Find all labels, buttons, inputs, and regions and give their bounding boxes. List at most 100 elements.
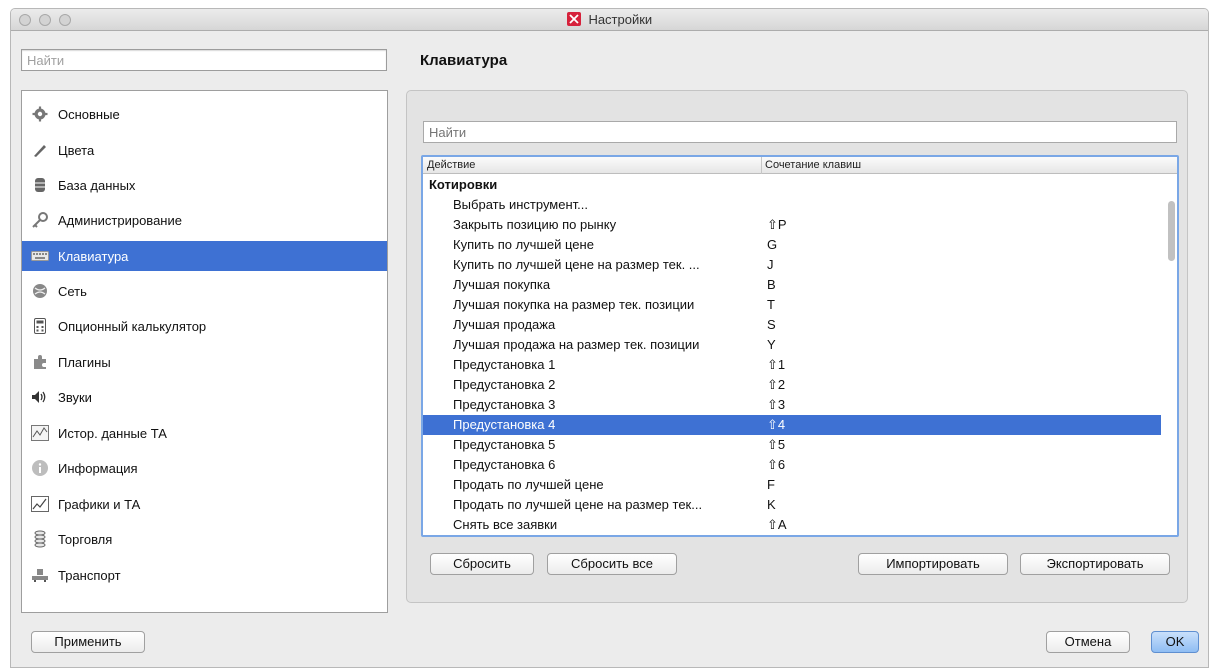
sidebar-item-history-data[interactable]: Истор. данные ТА — [22, 418, 387, 448]
column-header-shortcut[interactable]: Сочетание клавиш — [765, 159, 861, 171]
action-cell: Снять все заявки — [453, 517, 558, 532]
table-group-row[interactable]: Котировки — [423, 175, 1161, 195]
table-row[interactable]: Лучшая покупка на размер тек. позиции T — [423, 295, 1161, 315]
table-row[interactable]: Купить по лучшей цене G — [423, 235, 1161, 255]
sidebar-item-label: Истор. данные ТА — [58, 425, 167, 441]
shortcut-cell: F — [767, 477, 775, 492]
table-row[interactable]: Продать по лучшей цене на размер тек... … — [423, 495, 1161, 515]
sidebar-item-transport[interactable]: Транспорт — [22, 560, 387, 590]
action-cell: Лучшая покупка — [453, 277, 551, 292]
table-row[interactable]: Предустановка 2 ⇧2 — [423, 375, 1161, 395]
shortcut-cell: J — [767, 257, 774, 272]
info-icon — [30, 458, 50, 478]
shortcut-search-input[interactable] — [423, 121, 1177, 143]
app-logo-icon — [566, 12, 581, 26]
shortcut-cell: T — [767, 297, 775, 312]
sidebar-item-keyboard[interactable]: Клавиатура — [22, 241, 387, 271]
action-cell: Закрыть позицию по рынку — [453, 217, 617, 232]
sidebar-item-sounds[interactable]: Звуки — [22, 382, 387, 412]
window-title-area: Настройки — [11, 12, 1208, 27]
column-divider — [761, 157, 762, 174]
sidebar-item-trading[interactable]: Торговля — [22, 524, 387, 554]
action-cell: Выбрать инструмент... — [453, 197, 589, 212]
table-row[interactable]: Снять все заявки ⇧A — [423, 515, 1161, 535]
settings-search-input[interactable] — [21, 49, 387, 71]
shortcut-cell: S — [767, 317, 776, 332]
action-cell: Лучшая продажа на размер тек. позиции — [453, 337, 700, 352]
speaker-icon — [30, 387, 50, 407]
gear-icon — [30, 104, 50, 124]
shortcut-cell: G — [767, 237, 778, 252]
shortcut-cell: ⇧1 — [767, 357, 786, 372]
key-icon — [30, 210, 50, 230]
action-cell: Котировки — [429, 177, 498, 192]
cancel-button[interactable]: Отмена — [1046, 631, 1130, 653]
shortcut-cell: K — [767, 497, 776, 512]
table-row[interactable]: Предустановка 6 ⇧6 — [423, 455, 1161, 475]
action-cell: Предустановка 4 — [453, 417, 556, 432]
sidebar-item-label: Основные — [58, 106, 120, 122]
title-bar: Настройки — [11, 9, 1208, 31]
sidebar-item-label: Цвета — [58, 142, 95, 158]
ok-button[interactable]: OK — [1151, 631, 1199, 653]
action-cell: Предустановка 1 — [453, 357, 556, 372]
sidebar-item-information[interactable]: Информация — [22, 453, 387, 483]
network-icon — [30, 281, 50, 301]
brush-icon — [30, 140, 50, 160]
database-icon — [30, 175, 50, 195]
table-row-selected[interactable]: Предустановка 4 ⇧4 — [423, 415, 1161, 435]
table-scrollbar[interactable] — [1168, 201, 1175, 261]
sidebar-item-administration[interactable]: Администрирование — [22, 205, 387, 235]
table-row[interactable]: Предустановка 5 ⇧5 — [423, 435, 1161, 455]
table-row[interactable]: Предустановка 1 ⇧1 — [423, 355, 1161, 375]
history-chart-icon — [30, 423, 50, 443]
table-row[interactable]: Продать по лучшей цене F — [423, 475, 1161, 495]
action-cell: Продать по лучшей цене на размер тек... — [453, 497, 703, 512]
shortcut-cell: B — [767, 277, 776, 292]
sidebar-item-database[interactable]: База данных — [22, 170, 387, 200]
settings-sidebar: Основные Цвета База данных Администриров… — [21, 90, 388, 613]
shortcut-cell: ⇧6 — [767, 457, 786, 472]
keyboard-icon — [30, 246, 50, 266]
puzzle-icon — [30, 352, 50, 372]
action-cell: Лучшая продажа — [453, 317, 556, 332]
reset-all-button[interactable]: Сбросить все — [547, 553, 677, 575]
sidebar-item-option-calculator[interactable]: Опционный калькулятор — [22, 311, 387, 341]
sidebar-item-label: База данных — [58, 177, 136, 193]
import-button[interactable]: Импортировать — [858, 553, 1008, 575]
shortcut-cell: ⇧4 — [767, 417, 786, 432]
table-row[interactable]: Лучшая покупка B — [423, 275, 1161, 295]
sidebar-item-label: Графики и ТА — [58, 496, 141, 512]
page-title: Клавиатура — [420, 52, 508, 69]
shortcut-cell: ⇧P — [767, 217, 787, 232]
sidebar-item-general[interactable]: Основные — [22, 99, 387, 129]
table-row[interactable]: Выбрать инструмент... — [423, 195, 1161, 215]
export-button[interactable]: Экспортировать — [1020, 553, 1170, 575]
table-row[interactable]: Купить по лучшей цене на размер тек. ...… — [423, 255, 1161, 275]
sidebar-item-label: Информация — [58, 460, 138, 476]
table-row[interactable]: Закрыть позицию по рынку ⇧P — [423, 215, 1161, 235]
coins-icon — [30, 529, 50, 549]
action-cell: Лучшая покупка на размер тек. позиции — [453, 297, 695, 312]
sidebar-item-network[interactable]: Сеть — [22, 276, 387, 306]
action-cell: Предустановка 6 — [453, 457, 556, 472]
shortcuts-table: Действие Сочетание клавиш Котировки Выбр… — [421, 155, 1179, 537]
reset-button[interactable]: Сбросить — [430, 553, 534, 575]
line-chart-icon — [30, 494, 50, 514]
action-cell: Купить по лучшей цене — [453, 237, 594, 252]
table-row[interactable]: Предустановка 3 ⇧3 — [423, 395, 1161, 415]
sidebar-item-plugins[interactable]: Плагины — [22, 347, 387, 377]
column-header-action[interactable]: Действие — [427, 159, 475, 171]
sidebar-item-charts[interactable]: Графики и ТА — [22, 489, 387, 519]
sidebar-item-colors[interactable]: Цвета — [22, 135, 387, 165]
sidebar-item-label: Клавиатура — [58, 248, 129, 264]
table-row[interactable]: Лучшая продажа на размер тек. позиции Y — [423, 335, 1161, 355]
shortcut-cell: ⇧3 — [767, 397, 786, 412]
shortcut-cell: ⇧5 — [767, 437, 786, 452]
shortcut-cell: ⇧A — [767, 517, 787, 532]
action-cell: Купить по лучшей цене на размер тек. ... — [453, 257, 700, 272]
apply-button[interactable]: Применить — [31, 631, 145, 653]
table-row[interactable]: Лучшая продажа S — [423, 315, 1161, 335]
action-cell: Предустановка 3 — [453, 397, 556, 412]
sidebar-item-label: Администрирование — [58, 212, 182, 228]
